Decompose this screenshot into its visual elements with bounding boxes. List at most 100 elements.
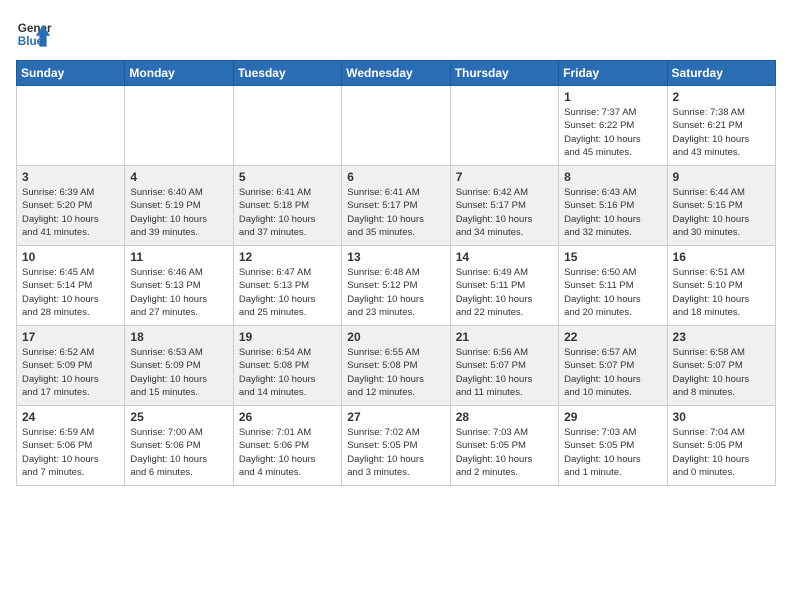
- calendar-day-cell: 12 Sunrise: 6:47 AMSunset: 5:13 PMDayligh…: [233, 246, 341, 326]
- day-info: Sunrise: 6:49 AMSunset: 5:11 PMDaylight:…: [456, 266, 553, 319]
- calendar-empty-cell: [125, 86, 233, 166]
- day-number: 13: [347, 250, 444, 264]
- calendar-day-cell: 11Sunrise: 6:46 AMSunset: 5:13 PMDayligh…: [125, 246, 233, 326]
- calendar-day-cell: 17 Sunrise: 6:52 AMSunset: 5:09 PMDayligh…: [17, 326, 125, 406]
- calendar-day-cell: 8 Sunrise: 6:43 AMSunset: 5:16 PMDaylight…: [559, 166, 667, 246]
- day-number: 11: [130, 250, 227, 264]
- calendar-day-cell: 23 Sunrise: 6:58 AMSunset: 5:07 PMDayligh…: [667, 326, 775, 406]
- day-info: Sunrise: 6:54 AMSunset: 5:08 PMDaylight:…: [239, 346, 336, 399]
- weekday-header-saturday: Saturday: [667, 61, 775, 86]
- day-number: 28: [456, 410, 553, 424]
- calendar-week-row: 10 Sunrise: 6:45 AMSunset: 5:14 PMDayligh…: [17, 246, 776, 326]
- calendar-day-cell: 13 Sunrise: 6:48 AMSunset: 5:12 PMDayligh…: [342, 246, 450, 326]
- day-number: 22: [564, 330, 661, 344]
- day-info: Sunrise: 6:56 AMSunset: 5:07 PMDaylight:…: [456, 346, 553, 399]
- day-info: Sunrise: 6:58 AMSunset: 5:07 PMDaylight:…: [673, 346, 770, 399]
- calendar-week-row: 24Sunrise: 6:59 AMSunset: 5:06 PMDayligh…: [17, 406, 776, 486]
- calendar-header-row: SundayMondayTuesdayWednesdayThursdayFrid…: [17, 61, 776, 86]
- day-info: Sunrise: 6:43 AMSunset: 5:16 PMDaylight:…: [564, 186, 661, 239]
- day-info: Sunrise: 6:47 AMSunset: 5:13 PMDaylight:…: [239, 266, 336, 319]
- calendar-day-cell: 21 Sunrise: 6:56 AMSunset: 5:07 PMDayligh…: [450, 326, 558, 406]
- day-info: Sunrise: 6:57 AMSunset: 5:07 PMDaylight:…: [564, 346, 661, 399]
- calendar-empty-cell: [17, 86, 125, 166]
- day-info: Sunrise: 7:38 AMSunset: 6:21 PMDaylight:…: [673, 106, 770, 159]
- day-info: Sunrise: 6:40 AMSunset: 5:19 PMDaylight:…: [130, 186, 227, 239]
- day-info: Sunrise: 7:01 AMSunset: 5:06 PMDaylight:…: [239, 426, 336, 479]
- calendar-week-row: 17 Sunrise: 6:52 AMSunset: 5:09 PMDayligh…: [17, 326, 776, 406]
- calendar-day-cell: 9 Sunrise: 6:44 AMSunset: 5:15 PMDaylight…: [667, 166, 775, 246]
- calendar-day-cell: 15 Sunrise: 6:50 AMSunset: 5:11 PMDayligh…: [559, 246, 667, 326]
- day-number: 20: [347, 330, 444, 344]
- weekday-header-wednesday: Wednesday: [342, 61, 450, 86]
- day-info: Sunrise: 7:03 AMSunset: 5:05 PMDaylight:…: [564, 426, 661, 479]
- calendar-day-cell: 30 Sunrise: 7:04 AMSunset: 5:05 PMDayligh…: [667, 406, 775, 486]
- day-number: 5: [239, 170, 336, 184]
- day-number: 15: [564, 250, 661, 264]
- day-number: 18: [130, 330, 227, 344]
- day-info: Sunrise: 7:04 AMSunset: 5:05 PMDaylight:…: [673, 426, 770, 479]
- day-number: 19: [239, 330, 336, 344]
- logo: General Blue: [16, 16, 52, 52]
- day-number: 3: [22, 170, 119, 184]
- weekday-header-thursday: Thursday: [450, 61, 558, 86]
- day-number: 16: [673, 250, 770, 264]
- day-number: 23: [673, 330, 770, 344]
- day-info: Sunrise: 6:52 AMSunset: 5:09 PMDaylight:…: [22, 346, 119, 399]
- day-info: Sunrise: 6:45 AMSunset: 5:14 PMDaylight:…: [22, 266, 119, 319]
- weekday-header-sunday: Sunday: [17, 61, 125, 86]
- calendar-day-cell: 7Sunrise: 6:42 AMSunset: 5:17 PMDaylight…: [450, 166, 558, 246]
- day-number: 27: [347, 410, 444, 424]
- day-info: Sunrise: 6:42 AMSunset: 5:17 PMDaylight:…: [456, 186, 553, 239]
- day-number: 25: [130, 410, 227, 424]
- page-header: General Blue: [16, 16, 776, 52]
- calendar-day-cell: 3 Sunrise: 6:39 AMSunset: 5:20 PMDaylight…: [17, 166, 125, 246]
- weekday-header-monday: Monday: [125, 61, 233, 86]
- day-info: Sunrise: 6:41 AMSunset: 5:18 PMDaylight:…: [239, 186, 336, 239]
- calendar-day-cell: 18 Sunrise: 6:53 AMSunset: 5:09 PMDayligh…: [125, 326, 233, 406]
- calendar-table: SundayMondayTuesdayWednesdayThursdayFrid…: [16, 60, 776, 486]
- weekday-header-friday: Friday: [559, 61, 667, 86]
- day-number: 30: [673, 410, 770, 424]
- calendar-week-row: 1 Sunrise: 7:37 AMSunset: 6:22 PMDaylight…: [17, 86, 776, 166]
- calendar-empty-cell: [342, 86, 450, 166]
- day-info: Sunrise: 7:03 AMSunset: 5:05 PMDaylight:…: [456, 426, 553, 479]
- calendar-day-cell: 5 Sunrise: 6:41 AMSunset: 5:18 PMDaylight…: [233, 166, 341, 246]
- calendar-day-cell: 20Sunrise: 6:55 AMSunset: 5:08 PMDayligh…: [342, 326, 450, 406]
- day-info: Sunrise: 6:39 AMSunset: 5:20 PMDaylight:…: [22, 186, 119, 239]
- calendar-day-cell: 10 Sunrise: 6:45 AMSunset: 5:14 PMDayligh…: [17, 246, 125, 326]
- calendar-day-cell: 27 Sunrise: 7:02 AMSunset: 5:05 PMDayligh…: [342, 406, 450, 486]
- calendar-day-cell: 2 Sunrise: 7:38 AMSunset: 6:21 PMDaylight…: [667, 86, 775, 166]
- day-info: Sunrise: 6:44 AMSunset: 5:15 PMDaylight:…: [673, 186, 770, 239]
- day-number: 8: [564, 170, 661, 184]
- day-number: 1: [564, 90, 661, 104]
- day-info: Sunrise: 7:02 AMSunset: 5:05 PMDaylight:…: [347, 426, 444, 479]
- day-number: 26: [239, 410, 336, 424]
- calendar-day-cell: 29 Sunrise: 7:03 AMSunset: 5:05 PMDayligh…: [559, 406, 667, 486]
- calendar-empty-cell: [450, 86, 558, 166]
- calendar-day-cell: 25Sunrise: 7:00 AMSunset: 5:06 PMDayligh…: [125, 406, 233, 486]
- day-number: 12: [239, 250, 336, 264]
- calendar-day-cell: 24Sunrise: 6:59 AMSunset: 5:06 PMDayligh…: [17, 406, 125, 486]
- calendar-day-cell: 6Sunrise: 6:41 AMSunset: 5:17 PMDaylight…: [342, 166, 450, 246]
- calendar-day-cell: 1 Sunrise: 7:37 AMSunset: 6:22 PMDaylight…: [559, 86, 667, 166]
- day-info: Sunrise: 6:48 AMSunset: 5:12 PMDaylight:…: [347, 266, 444, 319]
- weekday-header-tuesday: Tuesday: [233, 61, 341, 86]
- calendar-empty-cell: [233, 86, 341, 166]
- calendar-day-cell: 16Sunrise: 6:51 AMSunset: 5:10 PMDayligh…: [667, 246, 775, 326]
- day-info: Sunrise: 6:53 AMSunset: 5:09 PMDaylight:…: [130, 346, 227, 399]
- day-info: Sunrise: 6:59 AMSunset: 5:06 PMDaylight:…: [22, 426, 119, 479]
- day-number: 4: [130, 170, 227, 184]
- day-number: 29: [564, 410, 661, 424]
- day-number: 17: [22, 330, 119, 344]
- day-info: Sunrise: 6:50 AMSunset: 5:11 PMDaylight:…: [564, 266, 661, 319]
- day-info: Sunrise: 7:37 AMSunset: 6:22 PMDaylight:…: [564, 106, 661, 159]
- day-number: 9: [673, 170, 770, 184]
- calendar-day-cell: 4 Sunrise: 6:40 AMSunset: 5:19 PMDaylight…: [125, 166, 233, 246]
- calendar-week-row: 3 Sunrise: 6:39 AMSunset: 5:20 PMDaylight…: [17, 166, 776, 246]
- calendar-day-cell: 22 Sunrise: 6:57 AMSunset: 5:07 PMDayligh…: [559, 326, 667, 406]
- day-number: 14: [456, 250, 553, 264]
- day-number: 10: [22, 250, 119, 264]
- day-number: 6: [347, 170, 444, 184]
- day-number: 2: [673, 90, 770, 104]
- day-number: 21: [456, 330, 553, 344]
